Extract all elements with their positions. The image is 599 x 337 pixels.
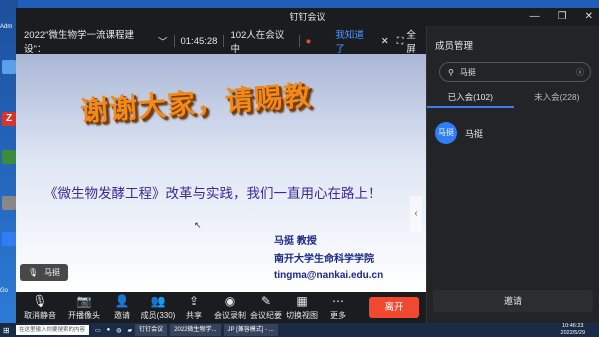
slide-affiliation: 南开大学生命科学学院 bbox=[274, 254, 374, 265]
divider bbox=[298, 35, 300, 47]
panel-title: 成员管理 bbox=[435, 41, 474, 52]
taskbar-clock[interactable]: 10:46:23 2022/5/29 bbox=[561, 323, 585, 337]
window-titlebar[interactable]: 钉钉会议 — ❐ ✕ bbox=[16, 8, 599, 26]
fullscreen-button[interactable]: 全屏 bbox=[406, 27, 425, 55]
divider bbox=[173, 35, 175, 47]
speaker-label: 🎙 马挺 bbox=[20, 264, 69, 281]
fullscreen-icon[interactable]: ⛶ bbox=[397, 36, 404, 47]
slide-email: tingma@nankai.edu.cn bbox=[274, 270, 384, 281]
desktop-icon[interactable] bbox=[2, 232, 16, 246]
members-icon: 👥 bbox=[150, 293, 166, 308]
alert-icon: ● bbox=[305, 35, 312, 47]
notes-icon: ✎ bbox=[260, 293, 272, 308]
record-button[interactable]: ◉ 会议录制 bbox=[212, 293, 248, 321]
taskbar-item[interactable]: 钉钉会议 bbox=[135, 324, 168, 336]
record-icon: ◉ bbox=[224, 293, 236, 308]
chrome-icon[interactable]: ◍ bbox=[116, 327, 121, 334]
button-label: 取消静音 bbox=[24, 310, 56, 320]
task-view-icon[interactable]: ▭ bbox=[95, 327, 101, 334]
taskbar: ⊞ 在这里输入你要搜索的内容 ▭ ● ◍ ▰ 钉钉会议 2022微生物学... … bbox=[0, 323, 599, 337]
close-notice-icon[interactable]: ✕ bbox=[381, 36, 389, 47]
meeting-timer: 01:45:28 bbox=[180, 35, 218, 47]
search-icon: ⚲ bbox=[448, 67, 454, 77]
dismiss-link[interactable]: 我知道了 bbox=[335, 27, 372, 55]
button-label: 共享 bbox=[186, 310, 202, 320]
button-label: 更多 bbox=[330, 310, 346, 320]
camera-button[interactable]: 📷 开播像头 bbox=[66, 293, 102, 321]
edge-icon[interactable]: ● bbox=[107, 327, 111, 333]
desktop-icon[interactable] bbox=[2, 60, 16, 74]
button-label: 切换视图 bbox=[286, 310, 318, 320]
meeting-toolbar: 🎙 取消静音 📷 开播像头 👤 邀请 👥 成员(330) ⇪ 共享 ◉ 会议录制… bbox=[16, 292, 426, 323]
member-panel: 成员管理 ⚲ 马挺 ⓧ 已入会(102) 未入会(228) 马挺 马挺 邀请 bbox=[426, 26, 599, 323]
divider bbox=[223, 35, 225, 47]
camera-off-icon: 📷 bbox=[76, 293, 92, 308]
participant-count: 102人在会议中 bbox=[230, 30, 285, 55]
slide-subtitle: 《微生物发酵工程》改革与实践，我们一直用心在路上！ bbox=[44, 186, 382, 201]
member-tabs: 已入会(102) 未入会(228) bbox=[427, 88, 599, 108]
chevron-down-icon[interactable]: ﹀ bbox=[158, 34, 168, 48]
meeting-title: 2022"微生物学一流课程建设"： bbox=[24, 30, 135, 55]
more-icon: ⋯ bbox=[332, 293, 344, 308]
tab-joined[interactable]: 已入会(102) bbox=[427, 88, 514, 108]
start-icon[interactable]: ⊞ bbox=[3, 326, 10, 335]
tab-not-joined[interactable]: 未入会(228) bbox=[514, 88, 599, 108]
avatar: 马挺 bbox=[435, 122, 457, 144]
notes-button[interactable]: ✎ 会议纪要 bbox=[248, 293, 284, 321]
invite-button[interactable]: 👤 邀请 bbox=[104, 293, 140, 321]
more-button[interactable]: ⋯ 更多 bbox=[320, 293, 356, 321]
switch-view-button[interactable]: ▦ 切换视图 bbox=[284, 293, 320, 321]
clear-search-icon[interactable]: ⓧ bbox=[576, 67, 584, 78]
button-label: 会议纪要 bbox=[250, 310, 282, 320]
meeting-info-bar: 2022"微生物学一流课程建设"： ﹀ 01:45:28 102人在会议中 ● … bbox=[16, 27, 425, 55]
maximize-icon[interactable]: ❐ bbox=[558, 8, 567, 26]
desktop-icon-label: Adm bbox=[0, 24, 13, 30]
grid-icon: ▦ bbox=[296, 293, 308, 308]
member-search-input[interactable]: ⚲ 马挺 ⓧ bbox=[439, 62, 591, 82]
mic-icon: 🎙 bbox=[28, 268, 39, 277]
window-title: 钉钉会议 bbox=[289, 12, 326, 22]
desktop-icon-label: Go bbox=[0, 288, 9, 294]
unmute-button[interactable]: 🎙 取消静音 bbox=[22, 293, 58, 321]
explorer-icon[interactable]: ▰ bbox=[128, 327, 133, 334]
share-icon: ⇪ bbox=[188, 293, 200, 308]
desktop-icon[interactable]: Z bbox=[2, 112, 16, 126]
clock-time: 10:46:23 bbox=[562, 323, 584, 329]
button-label: 开播像头 bbox=[68, 310, 100, 320]
leave-button[interactable]: 离开 bbox=[369, 297, 419, 318]
add-user-icon: 👤 bbox=[114, 293, 130, 308]
taskbar-item[interactable]: JP [兼容模式] - ... bbox=[223, 324, 278, 336]
member-list-item[interactable]: 马挺 马挺 bbox=[435, 122, 483, 144]
button-label: 邀请 bbox=[114, 310, 130, 320]
button-label: 会议录制 bbox=[214, 310, 246, 320]
search-value: 马挺 bbox=[459, 67, 476, 77]
taskbar-item[interactable]: 2022微生物学... bbox=[170, 324, 221, 336]
desktop-icon[interactable] bbox=[2, 150, 16, 164]
taskbar-search-input[interactable]: 在这里输入你要搜索的内容 bbox=[16, 325, 89, 335]
member-name: 马挺 bbox=[465, 128, 484, 139]
share-button[interactable]: ⇪ 共享 bbox=[176, 293, 212, 321]
mouse-cursor-icon: ↖ bbox=[194, 220, 202, 230]
mic-off-icon: 🎙 bbox=[32, 293, 48, 308]
meeting-window: 钉钉会议 — ❐ ✕ 2022"微生物学一流课程建设"： ﹀ 01:45:28 … bbox=[16, 8, 599, 323]
slide-thanks-text: 谢谢大家，请赐教 bbox=[79, 78, 313, 129]
members-button[interactable]: 👥 成员(330) bbox=[140, 293, 176, 321]
slide-author: 马挺 教授 bbox=[274, 236, 317, 247]
speaker-name: 马挺 bbox=[44, 268, 61, 277]
collapse-panel-button[interactable]: ‹ bbox=[410, 196, 422, 232]
shared-slide: 谢谢大家，请赐教 《微生物发酵工程》改革与实践，我们一直用心在路上！ 马挺 教授… bbox=[16, 54, 426, 292]
clock-date: 2022/5/29 bbox=[560, 330, 585, 336]
desktop-icon[interactable] bbox=[2, 196, 16, 210]
button-label: 成员(330) bbox=[140, 310, 176, 320]
minimize-icon[interactable]: — bbox=[530, 8, 540, 26]
panel-invite-button[interactable]: 邀请 bbox=[433, 290, 593, 312]
close-icon[interactable]: ✕ bbox=[585, 8, 593, 26]
